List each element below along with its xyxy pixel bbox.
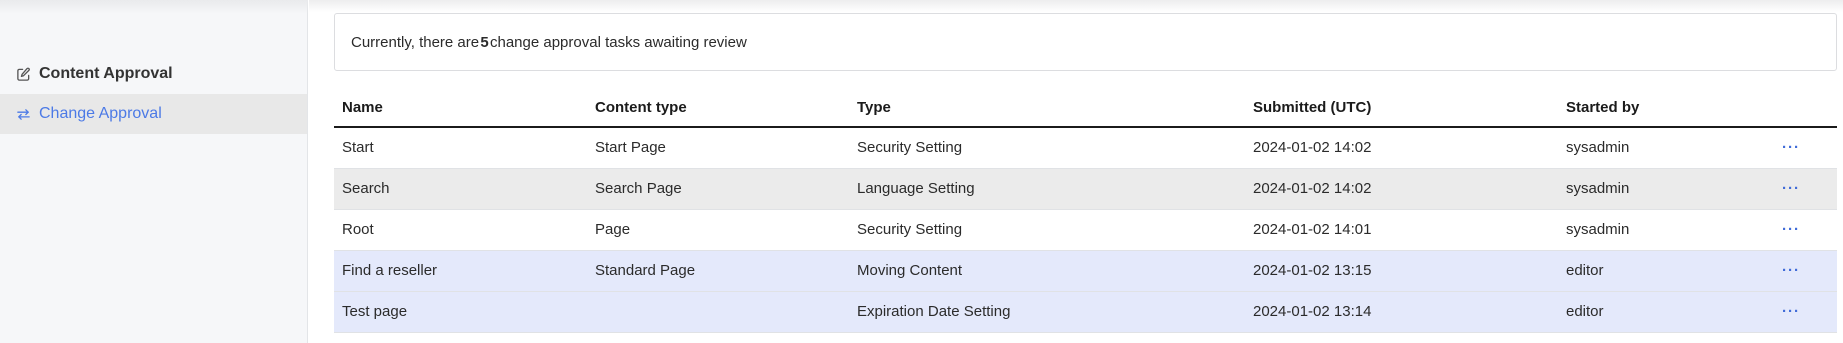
cell-name: Search (334, 168, 587, 210)
cell-name: Start (334, 127, 587, 169)
cell-type: Security Setting (849, 209, 1245, 251)
cell-started-by: editor (1558, 250, 1766, 292)
cell-content-type (587, 291, 849, 333)
table-header-row: Name Content type Type Submitted (UTC) S… (334, 88, 1837, 128)
notice-prefix: Currently, there are (351, 33, 480, 51)
table-row[interactable]: Find a reseller Standard Page Moving Con… (334, 250, 1837, 292)
cell-type: Expiration Date Setting (849, 291, 1245, 333)
notice-suffix: change approval tasks awaiting review (489, 33, 747, 51)
more-options-icon[interactable]: ··· (1778, 138, 1804, 157)
column-header-name[interactable]: Name (334, 88, 587, 128)
more-options-icon[interactable]: ··· (1778, 261, 1804, 280)
cell-submitted: 2024-01-02 14:01 (1245, 209, 1558, 251)
cell-actions: ··· (1766, 250, 1837, 292)
column-header-submitted[interactable]: Submitted (UTC) (1245, 88, 1558, 128)
table-row[interactable]: Test page Expiration Date Setting 2024-0… (334, 291, 1837, 333)
cell-started-by: editor (1558, 291, 1766, 333)
cell-name: Test page (334, 291, 587, 333)
table-row[interactable]: Root Page Security Setting 2024-01-02 14… (334, 209, 1837, 251)
cell-content-type: Start Page (587, 127, 849, 169)
cell-type: Language Setting (849, 168, 1245, 210)
awaiting-review-notice: Currently, there are 5 change approval t… (334, 13, 1837, 71)
more-options-icon[interactable]: ··· (1778, 179, 1804, 198)
sidebar-item-label: Content Approval (39, 65, 173, 82)
cell-content-type: Search Page (587, 168, 849, 210)
cell-actions: ··· (1766, 209, 1837, 251)
table-row[interactable]: Start Start Page Security Setting 2024-0… (334, 127, 1837, 169)
cell-content-type: Page (587, 209, 849, 251)
cell-actions: ··· (1766, 291, 1837, 333)
cell-started-by: sysadmin (1558, 127, 1766, 169)
cell-submitted: 2024-01-02 13:15 (1245, 250, 1558, 292)
sidebar-item-content-approval[interactable]: Content Approval (0, 54, 307, 94)
cell-type: Moving Content (849, 250, 1245, 292)
more-options-icon[interactable]: ··· (1778, 302, 1804, 321)
edit-icon (15, 66, 31, 82)
cell-name: Find a reseller (334, 250, 587, 292)
main-top-shadow (309, 0, 1843, 12)
sidebar-item-change-approval[interactable]: Change Approval (0, 94, 307, 134)
column-header-content-type[interactable]: Content type (587, 88, 849, 128)
cell-submitted: 2024-01-02 14:02 (1245, 127, 1558, 169)
cell-actions: ··· (1766, 127, 1837, 169)
table-row[interactable]: Search Search Page Language Setting 2024… (334, 168, 1837, 210)
column-header-started-by[interactable]: Started by (1558, 88, 1766, 128)
column-header-type[interactable]: Type (849, 88, 1245, 128)
cell-actions: ··· (1766, 168, 1837, 210)
cell-name: Root (334, 209, 587, 251)
change-approval-table: Name Content type Type Submitted (UTC) S… (334, 88, 1837, 333)
sidebar-top-shadow (0, 0, 308, 14)
cell-submitted: 2024-01-02 13:14 (1245, 291, 1558, 333)
cell-started-by: sysadmin (1558, 209, 1766, 251)
cell-started-by: sysadmin (1558, 168, 1766, 210)
notice-count: 5 (480, 33, 489, 51)
sidebar-item-label: Change Approval (39, 105, 162, 122)
sidebar: Content Approval Change Approval (0, 0, 308, 343)
cell-submitted: 2024-01-02 14:02 (1245, 168, 1558, 210)
column-header-actions (1766, 88, 1837, 128)
cell-type: Security Setting (849, 127, 1245, 169)
cell-content-type: Standard Page (587, 250, 849, 292)
more-options-icon[interactable]: ··· (1778, 220, 1804, 239)
sync-arrows-icon (15, 106, 31, 122)
app-root: Content Approval Change Approval Current… (0, 0, 1843, 343)
